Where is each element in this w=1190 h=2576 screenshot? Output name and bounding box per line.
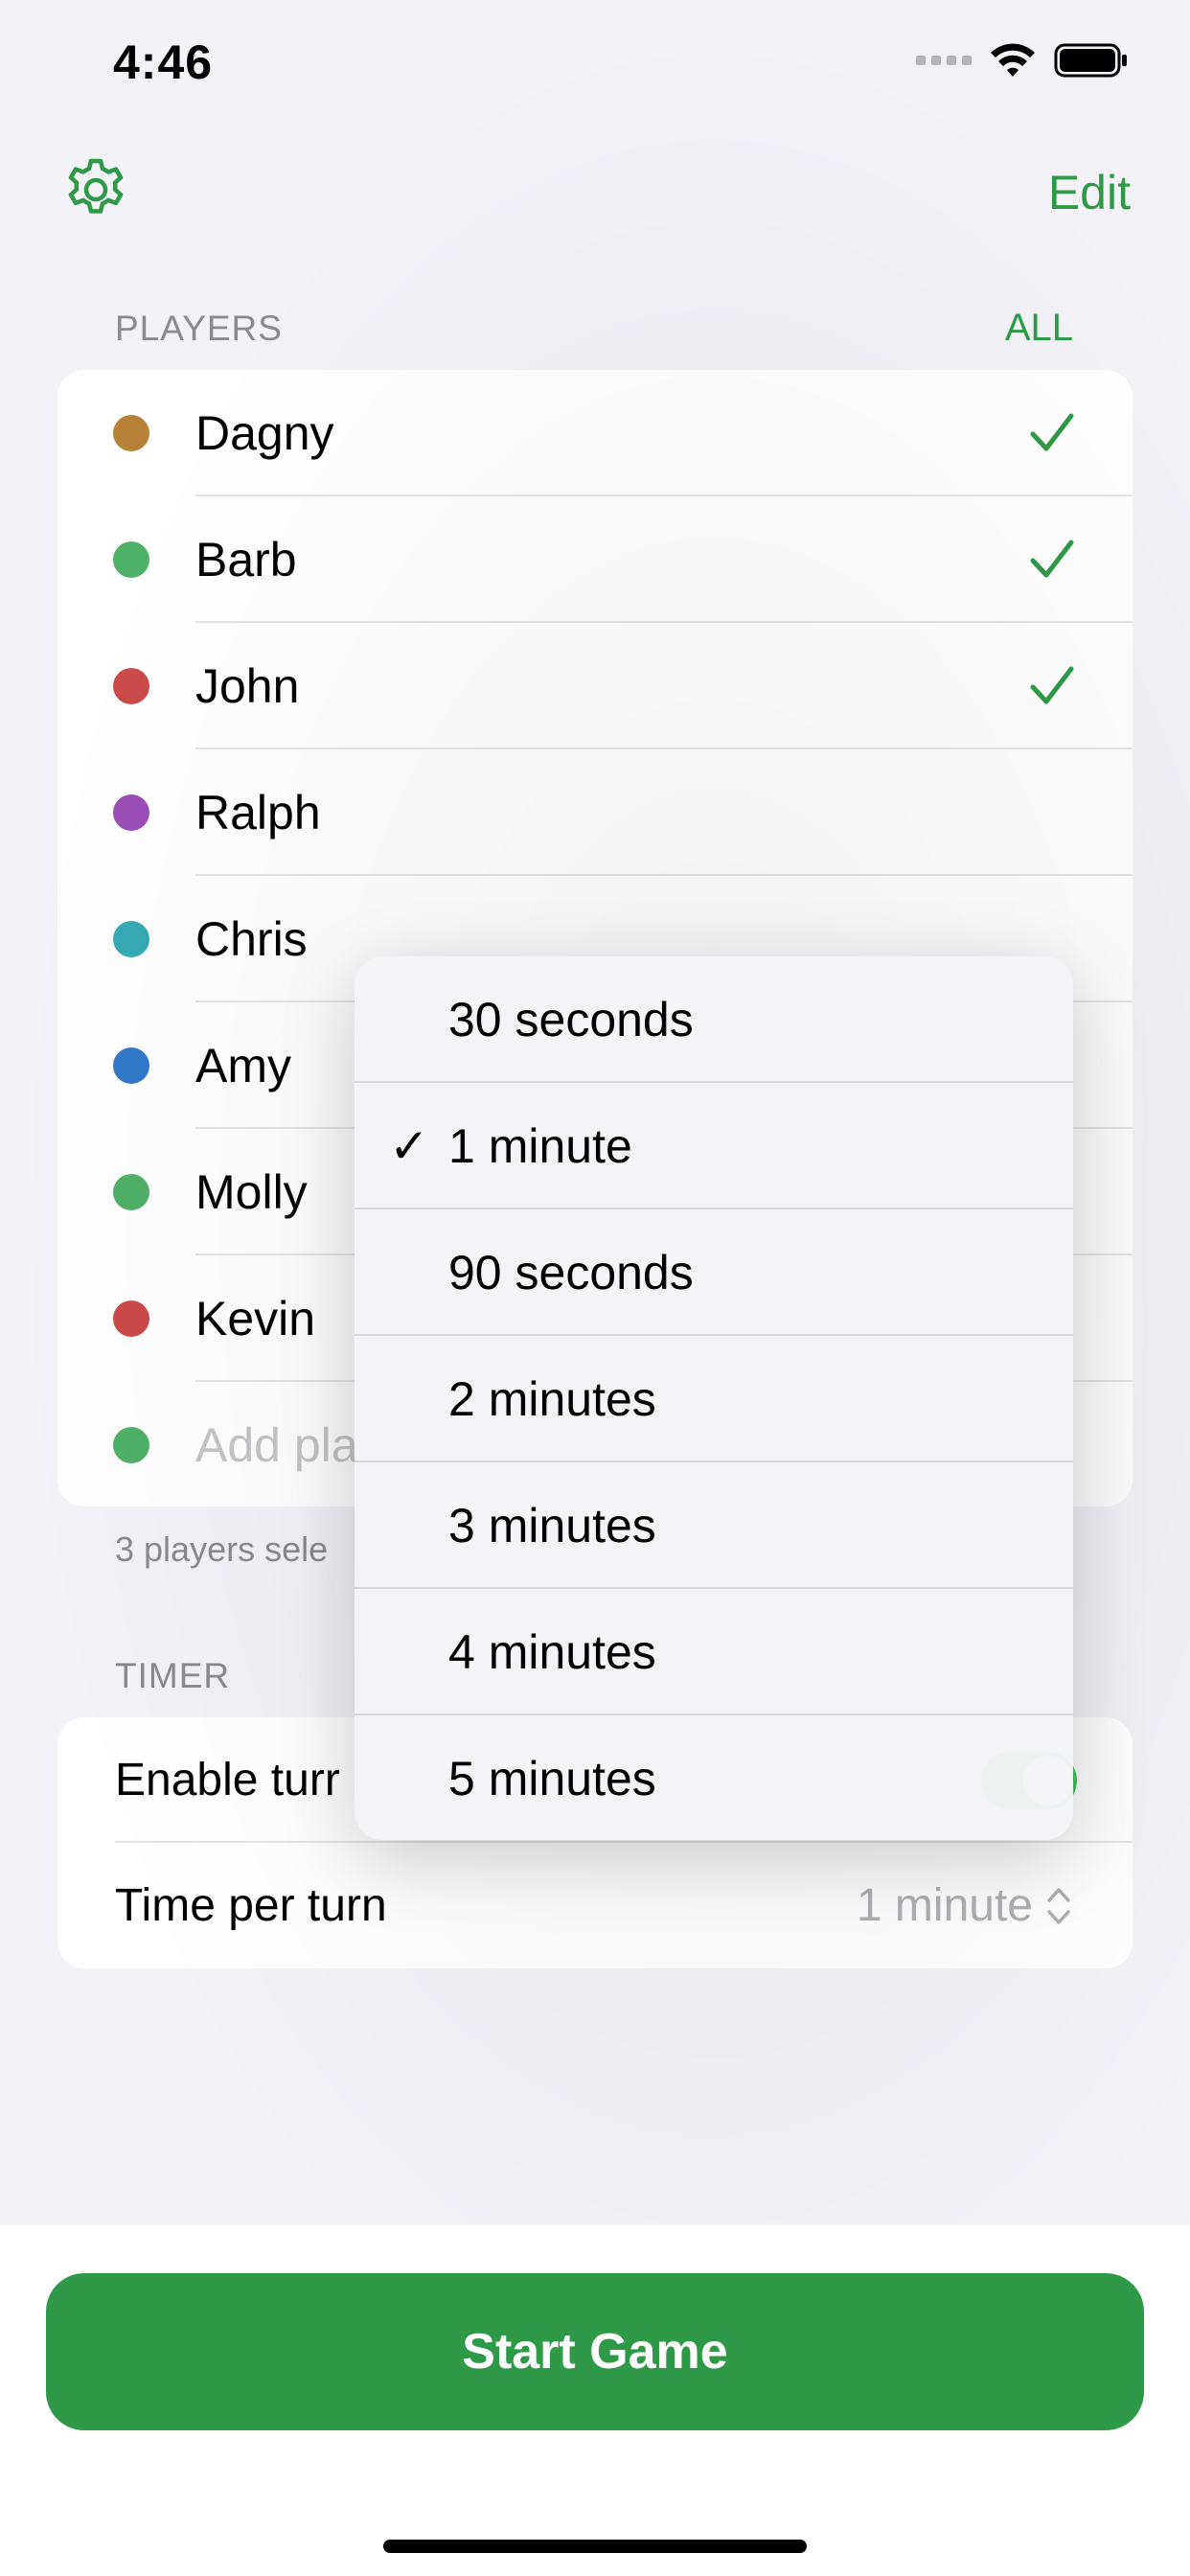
player-row-dagny[interactable]: Dagny xyxy=(57,370,1133,496)
player-color-dot xyxy=(113,415,149,451)
player-name: Chris xyxy=(195,912,308,966)
battery-icon xyxy=(1054,43,1127,78)
time-per-turn-menu: 30 seconds ✓ 1 minute 90 seconds 2 minut… xyxy=(355,956,1073,1840)
menu-option-3-minutes[interactable]: 3 minutes xyxy=(355,1462,1073,1589)
player-name: Dagny xyxy=(195,406,334,460)
player-name: Molly xyxy=(195,1165,308,1219)
bottom-bar: Start Game xyxy=(0,2225,1190,2576)
player-row-john[interactable]: John xyxy=(57,623,1133,749)
player-color-dot xyxy=(113,794,149,831)
wifi-icon xyxy=(991,43,1035,77)
checkmark-icon xyxy=(1030,540,1074,578)
menu-option-label: 5 minutes xyxy=(448,1752,656,1806)
player-color-dot xyxy=(113,1047,149,1084)
player-color-dot xyxy=(113,541,149,578)
player-color-dot xyxy=(113,1300,149,1337)
gear-icon[interactable] xyxy=(61,155,130,224)
menu-option-label: 1 minute xyxy=(448,1119,632,1173)
cellular-signal-icon xyxy=(916,56,972,65)
start-game-button[interactable]: Start Game xyxy=(46,2273,1144,2430)
timer-section-header: TIMER xyxy=(115,1656,231,1695)
time-per-turn-row[interactable]: Time per turn 1 minute xyxy=(57,1843,1133,1968)
menu-option-2-minutes[interactable]: 2 minutes xyxy=(355,1336,1073,1462)
checkmark-icon xyxy=(1030,413,1074,451)
select-all-button[interactable]: ALL xyxy=(1005,307,1073,350)
menu-option-label: 90 seconds xyxy=(448,1246,694,1300)
player-color-dot xyxy=(113,1427,149,1463)
status-time: 4:46 xyxy=(113,35,214,89)
menu-option-5-minutes[interactable]: 5 minutes xyxy=(355,1715,1073,1840)
up-down-chevron-icon xyxy=(1047,1887,1070,1924)
players-selected-count: 3 players sele xyxy=(115,1530,329,1569)
checkmark-icon xyxy=(1030,666,1074,704)
selected-checkmark-icon: ✓ xyxy=(389,1119,429,1173)
player-row-ralph[interactable]: Ralph xyxy=(57,749,1133,876)
menu-option-90-seconds[interactable]: 90 seconds xyxy=(355,1209,1073,1336)
menu-option-30-seconds[interactable]: 30 seconds xyxy=(355,956,1073,1083)
home-indicator[interactable] xyxy=(383,2540,807,2553)
player-color-dot xyxy=(113,921,149,957)
player-row-barb[interactable]: Barb xyxy=(57,496,1133,623)
time-per-turn-value[interactable]: 1 minute xyxy=(857,1879,1033,1932)
status-bar: 4:46 xyxy=(0,0,1190,134)
add-player-input[interactable]: Add pla xyxy=(195,1417,358,1473)
status-icons xyxy=(916,42,1129,79)
time-per-turn-label: Time per turn xyxy=(115,1880,387,1931)
enable-timer-label: Enable turr xyxy=(115,1755,340,1806)
player-name: Kevin xyxy=(195,1292,316,1346)
players-section-header: PLAYERS xyxy=(115,309,283,348)
menu-option-1-minute[interactable]: ✓ 1 minute xyxy=(355,1083,1073,1209)
edit-button[interactable]: Edit xyxy=(1048,165,1131,220)
menu-option-4-minutes[interactable]: 4 minutes xyxy=(355,1589,1073,1715)
player-color-dot xyxy=(113,1174,149,1210)
player-name: Amy xyxy=(195,1039,291,1092)
menu-option-label: 3 minutes xyxy=(448,1499,656,1552)
menu-option-label: 2 minutes xyxy=(448,1372,656,1426)
player-name: Barb xyxy=(195,533,297,586)
player-color-dot xyxy=(113,668,149,704)
player-name: John xyxy=(195,659,300,713)
player-name: Ralph xyxy=(195,786,321,840)
nav-bar: Edit xyxy=(0,144,1190,240)
menu-option-label: 30 seconds xyxy=(448,993,694,1046)
menu-option-label: 4 minutes xyxy=(448,1625,656,1679)
